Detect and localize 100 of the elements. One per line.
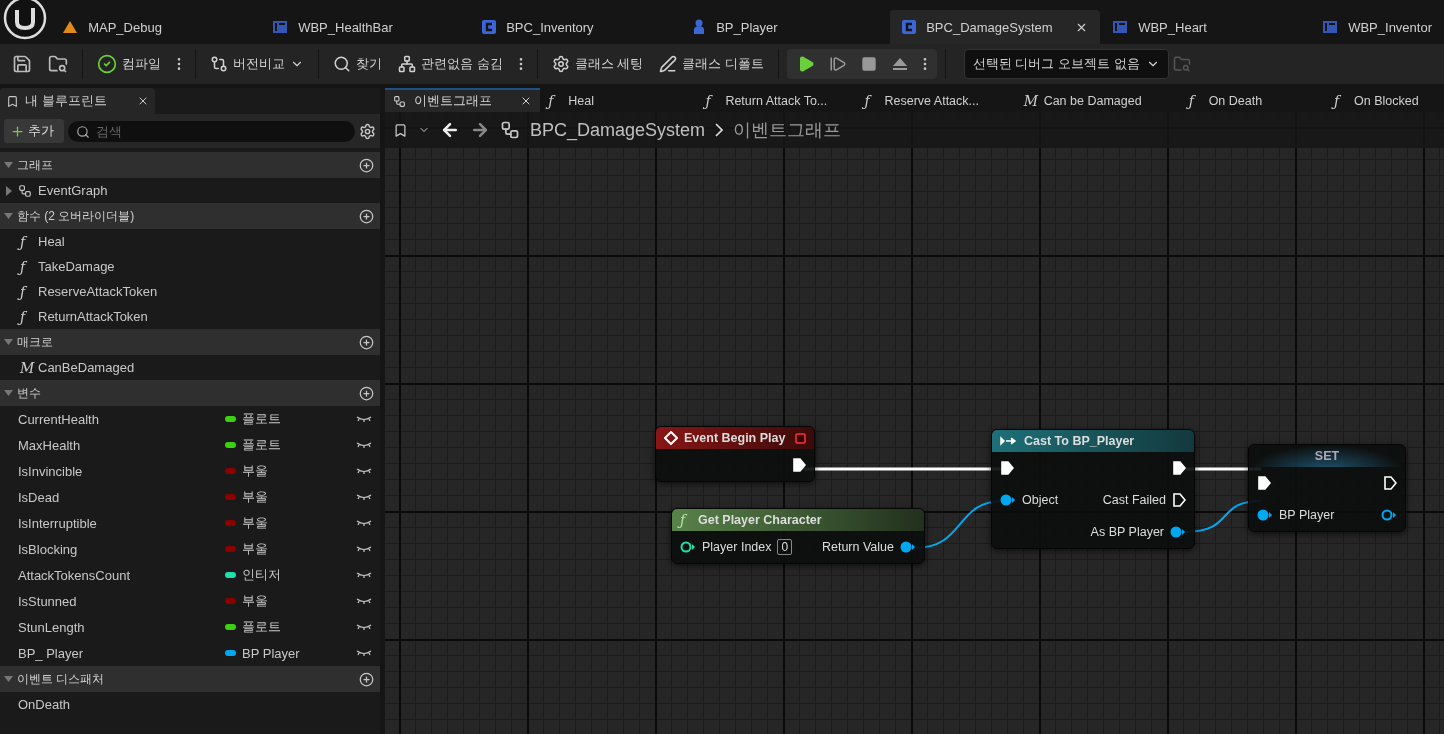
- closed-eye-icon[interactable]: [356, 467, 372, 475]
- exec-pin-icon[interactable]: [792, 458, 806, 472]
- tab-label: Reserve Attack...: [884, 94, 979, 108]
- closed-eye-icon[interactable]: [356, 571, 372, 579]
- function-item[interactable]: M CanBeDamaged: [0, 355, 380, 380]
- variable-item[interactable]: IsStunned 부울: [0, 588, 380, 614]
- data-pin-icon[interactable]: [1257, 509, 1273, 521]
- section-header[interactable]: 그래프: [0, 152, 380, 178]
- exec-pin-icon[interactable]: [1383, 476, 1397, 490]
- variable-item[interactable]: StunLength 플로트: [0, 614, 380, 640]
- variable-item[interactable]: CurrentHealth 플로트: [0, 406, 380, 432]
- data-pin-icon[interactable]: [900, 541, 916, 553]
- section-header[interactable]: 변수: [0, 380, 380, 406]
- variable-item[interactable]: IsInvincible 부울: [0, 458, 380, 484]
- document-tab[interactable]: BPC_Inventory: [470, 10, 681, 44]
- logo-icon[interactable]: [3, 0, 48, 40]
- graph-node[interactable]: SET BP Player: [1248, 444, 1406, 532]
- graph-tab[interactable]: ƒ Reserve Attack...: [856, 88, 1016, 112]
- variable-item[interactable]: AttackTokensCount 인티저: [0, 562, 380, 588]
- type-label: 플로트: [242, 436, 282, 454]
- add-icon[interactable]: [359, 157, 374, 173]
- caret-icon: [4, 339, 13, 345]
- closed-eye-icon[interactable]: [356, 519, 372, 527]
- breadcrumb-item[interactable]: BPC_DamageSystem: [530, 119, 706, 141]
- graph-node[interactable]: Cast To BP_Player Object Cast Failed As BP Player: [991, 429, 1195, 549]
- closed-eye-icon[interactable]: [356, 623, 372, 631]
- data-pin-icon[interactable]: [1381, 509, 1397, 521]
- section-header[interactable]: 함수 (2 오버라이더블): [0, 203, 380, 229]
- debug-object-dropdown[interactable]: 선택된 디버그 오브젝트 없음: [963, 49, 1169, 79]
- document-tab[interactable]: WBP_HealthBar: [260, 10, 471, 44]
- closed-eye-icon[interactable]: [356, 597, 372, 605]
- data-pin-icon[interactable]: [1170, 526, 1186, 538]
- variable-item[interactable]: BP_ Player BP Player: [0, 640, 380, 666]
- node-title: Event Begin Play: [684, 431, 787, 445]
- function-item[interactable]: ƒ ReturnAttackToken: [0, 304, 380, 329]
- exec-pin-icon[interactable]: [1172, 461, 1186, 475]
- exec-pin-icon[interactable]: [1257, 476, 1271, 490]
- document-tab[interactable]: BP_Player: [680, 10, 891, 44]
- section-header[interactable]: 이벤트 디스패처: [0, 666, 380, 692]
- add-icon[interactable]: [359, 334, 374, 350]
- add-button[interactable]: 추가: [4, 119, 64, 143]
- closed-eye-icon[interactable]: [356, 649, 372, 657]
- type-label: 부울: [242, 462, 269, 480]
- graph-tab[interactable]: M Can be Damaged: [1015, 88, 1181, 112]
- section-header[interactable]: 매크로: [0, 329, 380, 355]
- cast-arrow-icon: [1000, 436, 1018, 446]
- back-icon[interactable]: [440, 120, 460, 140]
- search-field[interactable]: 검색: [68, 120, 355, 142]
- graph-tab[interactable]: ƒ Heal: [540, 88, 698, 112]
- graph-node[interactable]: Event Begin Play: [655, 426, 815, 482]
- compile-button[interactable]: 컴파일: [91, 50, 167, 78]
- document-tab[interactable]: MAP_Debug: [50, 10, 261, 44]
- variable-item[interactable]: IsInterruptible 부울: [0, 510, 380, 536]
- type-label: 부울: [242, 592, 269, 610]
- find-button[interactable]: 찾기: [327, 51, 388, 77]
- item-label: TakeDamage: [38, 259, 115, 274]
- add-icon[interactable]: [359, 385, 374, 401]
- variable-name: IsInterruptible: [18, 515, 98, 531]
- exec-pin-icon[interactable]: [1000, 461, 1014, 475]
- data-pin-icon[interactable]: [1000, 494, 1016, 506]
- graph-tab[interactable]: 이벤트그래프: [385, 88, 541, 112]
- panel-tab[interactable]: 내 블루프린트: [0, 88, 155, 114]
- variable-item[interactable]: IsDead 부울: [0, 484, 380, 510]
- closed-eye-icon[interactable]: [356, 545, 372, 553]
- add-icon[interactable]: [359, 208, 374, 224]
- tab-label: BPC_DamageSystem: [926, 19, 1053, 35]
- document-tab[interactable]: WBP_Inventor: [1310, 10, 1444, 44]
- function-item[interactable]: ƒ TakeDamage: [0, 254, 380, 279]
- document-tab[interactable]: WBP_Heart: [1100, 10, 1311, 44]
- settings-icon[interactable]: [359, 122, 376, 140]
- document-tab[interactable]: BPC_DamageSystem: [890, 10, 1101, 44]
- variable-item[interactable]: MaxHealth 플로트: [0, 432, 380, 458]
- data-pin-icon[interactable]: [680, 541, 696, 553]
- closed-eye-icon[interactable]: [356, 493, 372, 501]
- closed-eye-icon[interactable]: [356, 441, 372, 449]
- dispatcher-item[interactable]: OnDeath: [0, 692, 380, 717]
- graph-canvas[interactable]: BPC_DamageSystem 이벤트그래프 Event Begin Play ƒ Get Player Character Player Index 0 Return Value Cast To BP_Player Object Cast Failed As BP Player SET BP Player: [385, 112, 1444, 734]
- diff-button[interactable]: 버전비교: [204, 51, 310, 77]
- value-field[interactable]: 0: [777, 539, 793, 555]
- forward-icon[interactable]: [470, 120, 490, 140]
- hide-unrelated-button[interactable]: 관련없음 숨김: [392, 51, 509, 77]
- graph-tab[interactable]: ƒ On Blocked: [1326, 88, 1444, 112]
- function-item[interactable]: ƒ ReserveAttackToken: [0, 279, 380, 304]
- add-icon[interactable]: [359, 671, 374, 687]
- graph-node[interactable]: ƒ Get Player Character Player Index 0 Return Value: [671, 508, 925, 564]
- bookmark-icon[interactable]: [393, 122, 408, 138]
- variable-name: IsDead: [18, 489, 61, 505]
- graph-tab[interactable]: ƒ On Death: [1180, 88, 1327, 112]
- close-icon[interactable]: [137, 95, 149, 107]
- class-settings-button[interactable]: 클래스 세팅: [545, 51, 650, 77]
- breadcrumb-item[interactable]: 이벤트그래프: [733, 118, 842, 142]
- exec-pin-icon[interactable]: [1172, 493, 1186, 507]
- closed-eye-icon[interactable]: [356, 415, 372, 423]
- node-title: Get Player Character: [698, 513, 823, 527]
- variable-item[interactable]: IsBlocking 부울: [0, 536, 380, 562]
- function-item[interactable]: ƒ Heal: [0, 229, 380, 254]
- class-defaults-button[interactable]: 클래스 디폴트: [653, 51, 770, 77]
- graph-item[interactable]: EventGraph: [0, 178, 380, 203]
- graph-tab[interactable]: ƒ Return Attack To...: [697, 88, 857, 112]
- person-icon: [692, 19, 707, 35]
